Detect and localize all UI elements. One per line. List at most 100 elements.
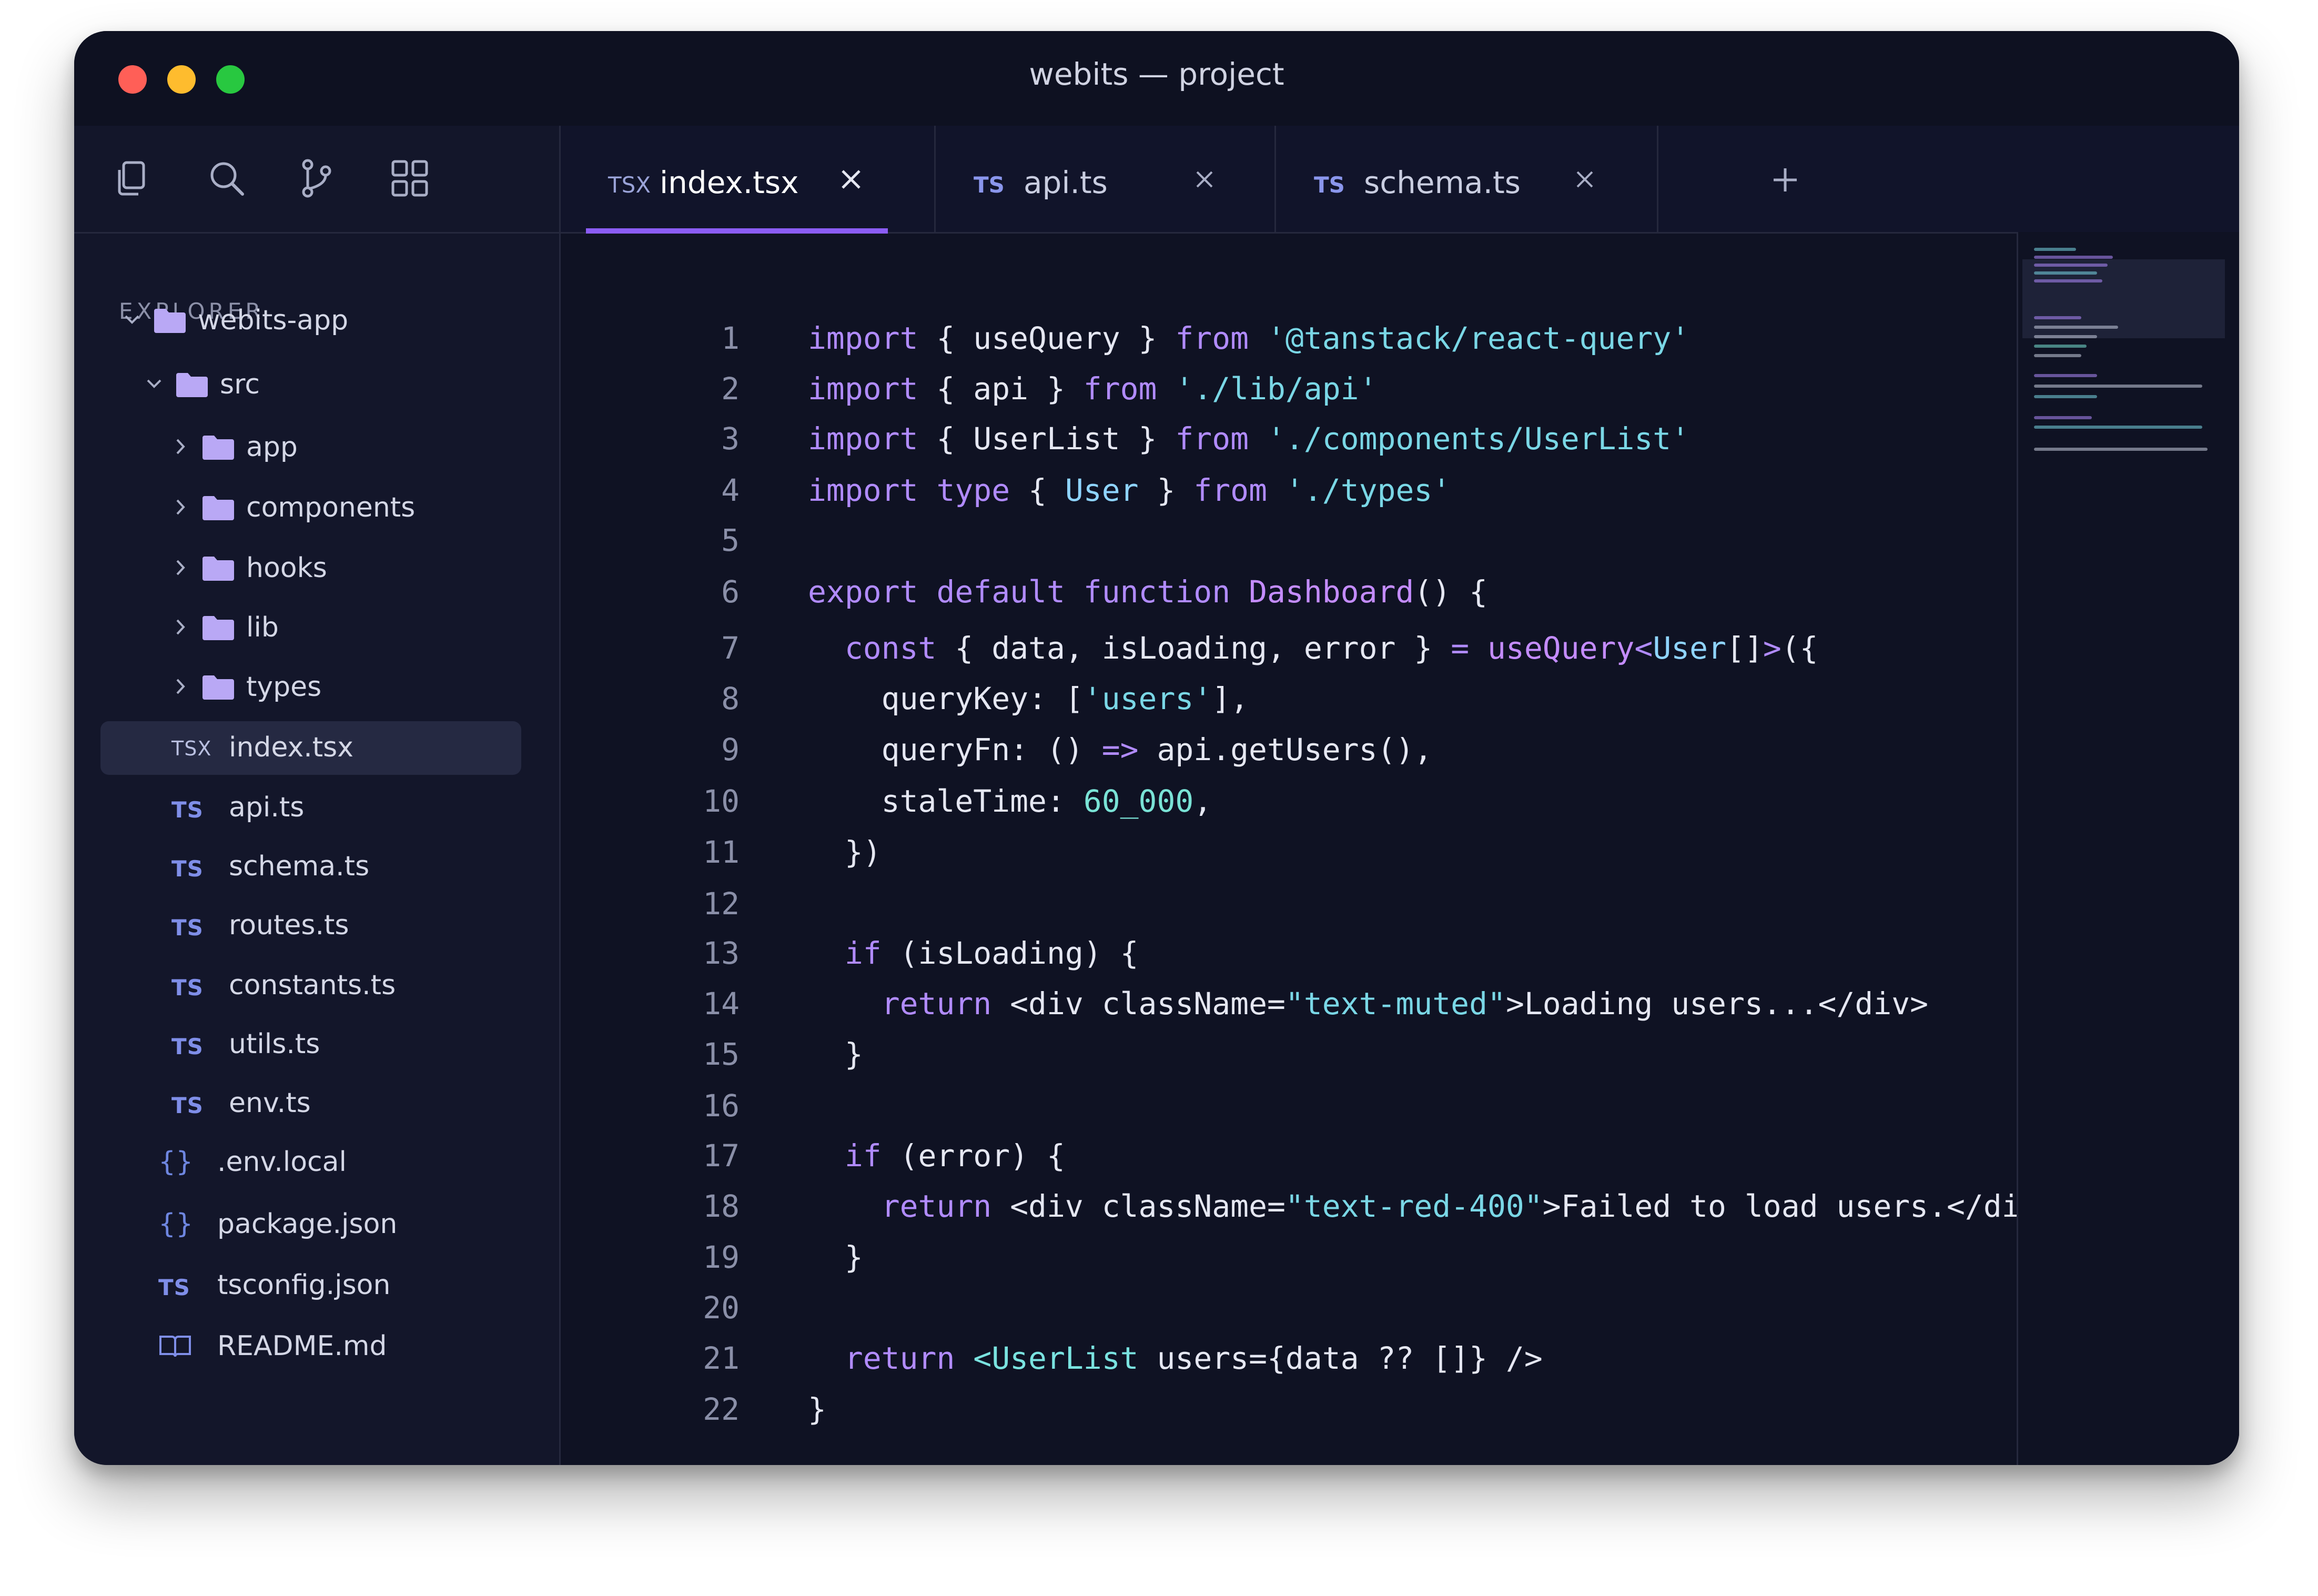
line-number: 20 — [703, 1290, 740, 1326]
tab-label: api.ts — [1024, 165, 1108, 200]
tab-bar: TSX index.tsx TS api.ts TS schema.ts — [561, 126, 2239, 234]
code-token: from — [1175, 320, 1249, 356]
code-line: } — [808, 1239, 863, 1275]
code-token: { data, isLoading, error } — [936, 630, 1451, 666]
line-number: 12 — [703, 886, 740, 922]
code-token: './types' — [1285, 472, 1451, 508]
minimap-line — [2034, 416, 2092, 419]
folder-item[interactable]: app — [100, 421, 521, 474]
close-icon[interactable] — [1573, 168, 1596, 191]
file-item[interactable]: {} .env.local — [100, 1136, 521, 1189]
file-item[interactable]: README.md — [100, 1320, 521, 1373]
tree-item-label: tsconfig.json — [217, 1269, 391, 1301]
new-tab-plus-icon[interactable] — [1770, 165, 1800, 195]
line-number: 18 — [703, 1188, 740, 1224]
code-token: <div className= — [991, 1188, 1285, 1224]
line-number: 5 — [721, 522, 740, 558]
folder-item[interactable]: lib — [100, 601, 521, 655]
files-icon[interactable] — [112, 157, 154, 199]
ts-icon: TS — [158, 1275, 190, 1300]
chevron-right-icon[interactable] — [170, 673, 191, 700]
tree-item-label: utils.ts — [229, 1028, 320, 1060]
tree-item-label: app — [246, 431, 298, 463]
folder-item[interactable]: webits-app — [100, 294, 521, 348]
tsx-icon: TSX — [171, 737, 212, 760]
minimap[interactable] — [2017, 232, 2239, 1465]
line-number: 8 — [721, 681, 740, 716]
tab-api-ts[interactable]: TS api.ts — [934, 126, 1276, 232]
code-line: return <div className="text-muted">Loadi… — [808, 986, 1928, 1022]
code-token: { useQuery } — [918, 320, 1176, 356]
minimap-line — [2034, 354, 2081, 357]
extensions-icon[interactable] — [389, 157, 431, 199]
tree-item-label: package.json — [217, 1208, 398, 1240]
code-line: const { data, isLoading, error } = useQu… — [808, 630, 1818, 666]
minimap-line — [2034, 448, 2208, 451]
code-line: import { UserList } from './components/U… — [808, 421, 1689, 457]
code-line: queryKey: ['users'], — [808, 681, 1249, 716]
file-item[interactable]: {} package.json — [100, 1198, 521, 1251]
folder-item[interactable]: components — [100, 481, 521, 535]
code-token: import — [808, 320, 918, 356]
chevron-right-icon[interactable] — [170, 614, 191, 640]
close-icon[interactable] — [1193, 168, 1216, 191]
chevron-right-icon[interactable] — [170, 494, 191, 520]
chevron-right-icon[interactable] — [170, 433, 191, 460]
chevron-right-icon[interactable] — [170, 554, 191, 581]
code-token: if — [844, 935, 882, 971]
file-item[interactable]: TSX index.tsx — [100, 721, 521, 775]
code-line: export default function Dashboard() { — [808, 574, 1487, 610]
folder-icon — [203, 496, 234, 520]
chevron-down-icon[interactable] — [122, 307, 143, 333]
minimap-line — [2034, 256, 2113, 259]
folder-item[interactable]: src — [100, 358, 521, 412]
minimap-line — [2034, 264, 2108, 267]
ts-icon: TS — [171, 1034, 204, 1059]
folder-item[interactable]: types — [100, 661, 521, 714]
file-item[interactable]: TS utils.ts — [100, 1018, 521, 1072]
code-token: { UserList } — [918, 421, 1176, 457]
tab-index-tsx[interactable]: TSX index.tsx — [561, 126, 936, 234]
code-token: , — [1193, 783, 1212, 819]
code-token: import — [808, 472, 918, 508]
close-icon[interactable] — [839, 168, 863, 191]
code-token: from — [1175, 421, 1249, 457]
file-item[interactable]: TS tsconfig.json — [100, 1259, 521, 1312]
code-line: }) — [808, 834, 882, 870]
tab-label: index.tsx — [660, 165, 799, 200]
file-item[interactable]: TS constants.ts — [100, 959, 521, 1013]
minimap-line — [2034, 279, 2102, 282]
code-token: queryKey: [ — [808, 681, 1084, 716]
code-token: from — [1083, 371, 1157, 407]
code-token: './lib/api' — [1175, 371, 1378, 407]
code-line: return <div className="text-red-400">Fai… — [808, 1188, 2057, 1224]
code-token: useQuery — [1487, 630, 1635, 666]
editor-area: TSX index.tsx TS api.ts TS schema.ts 1 i… — [561, 126, 2239, 1465]
file-item[interactable]: TS routes.ts — [100, 899, 521, 953]
search-icon[interactable] — [206, 157, 248, 199]
source-control-icon[interactable] — [295, 157, 337, 199]
window-title: webits — project — [1029, 56, 1284, 92]
code-token: ], — [1212, 681, 1249, 716]
json-icon: {} — [158, 1146, 194, 1178]
line-number: 15 — [703, 1036, 740, 1072]
code-line: if (isLoading) { — [808, 935, 1139, 971]
file-item[interactable]: TS env.ts — [100, 1077, 521, 1130]
code-line: import { api } from './lib/api' — [808, 371, 1378, 407]
file-item[interactable]: TS api.ts — [100, 781, 521, 835]
file-item[interactable]: TS schema.ts — [100, 840, 521, 894]
tree-item-label: lib — [246, 612, 279, 643]
chevron-down-icon[interactable] — [144, 371, 165, 397]
code-token: if — [844, 1138, 882, 1174]
tab-schema-ts[interactable]: TS schema.ts — [1274, 126, 1658, 232]
code-token: }) — [808, 834, 882, 870]
tree-item-label: hooks — [246, 552, 327, 584]
code-token: <div className= — [991, 986, 1285, 1022]
line-number: 17 — [703, 1138, 740, 1174]
minimap-line — [2034, 426, 2202, 429]
folder-item[interactable]: hooks — [100, 542, 521, 595]
code-editor[interactable]: 1 import { useQuery } from '@tanstack/rea… — [561, 232, 2057, 1465]
